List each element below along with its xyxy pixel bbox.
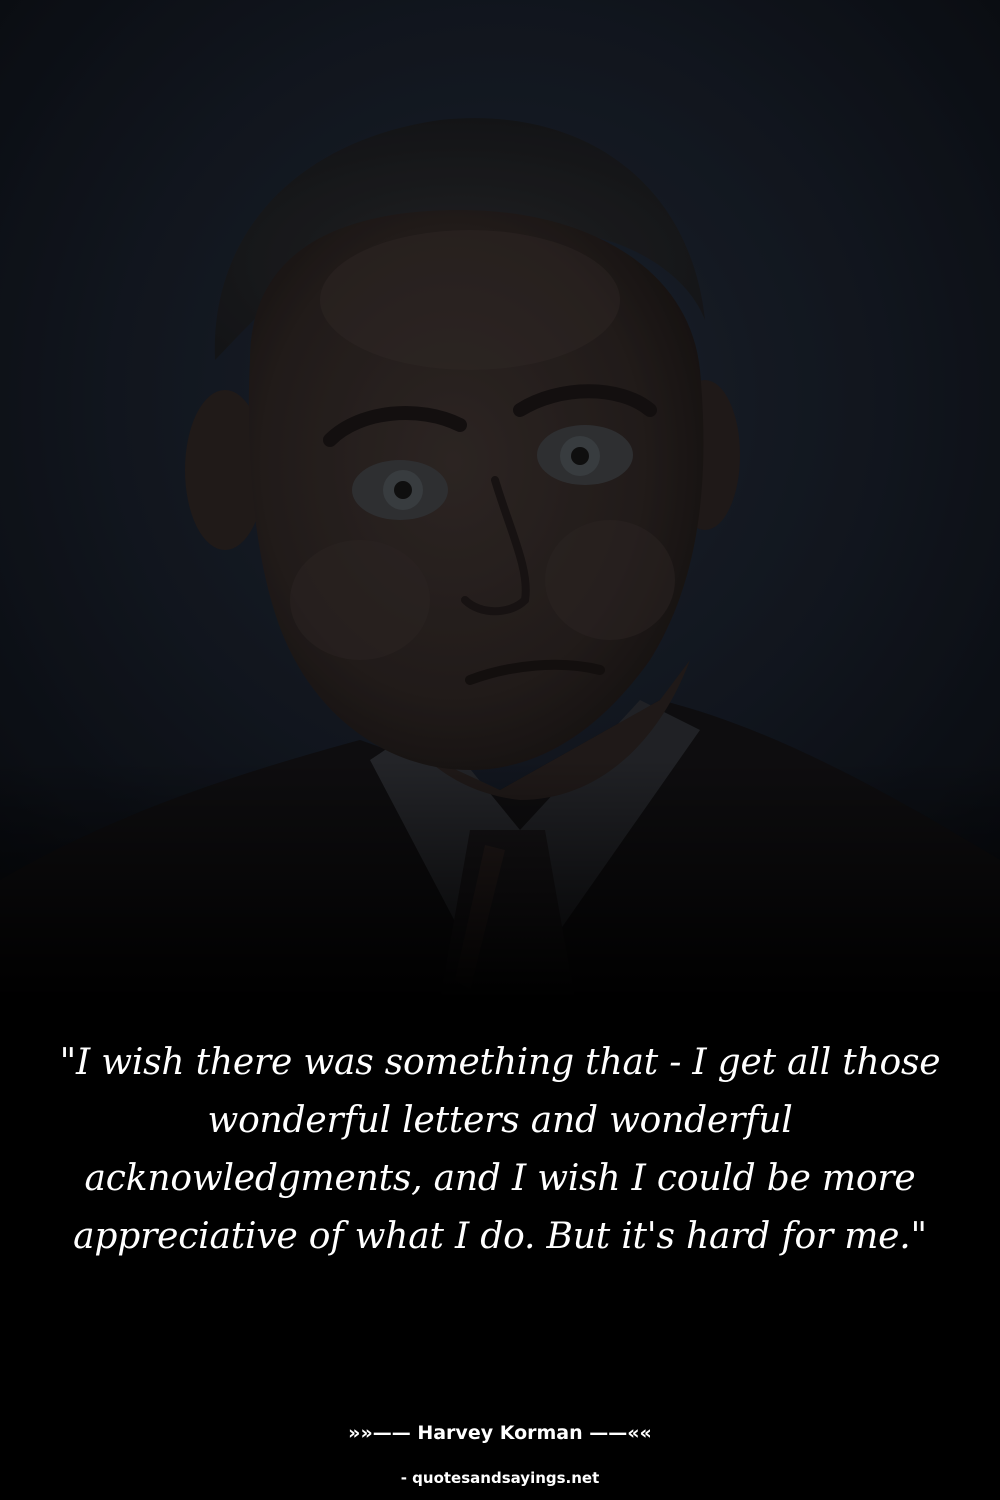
author-attribution: »»—— Harvey Korman ——««	[348, 1422, 652, 1444]
source-watermark: - quotesandsayings.net	[400, 1469, 600, 1487]
quote-text: "I wish there was something that - I get…	[59, 1042, 941, 1257]
portrait-photo	[0, 0, 1000, 1000]
